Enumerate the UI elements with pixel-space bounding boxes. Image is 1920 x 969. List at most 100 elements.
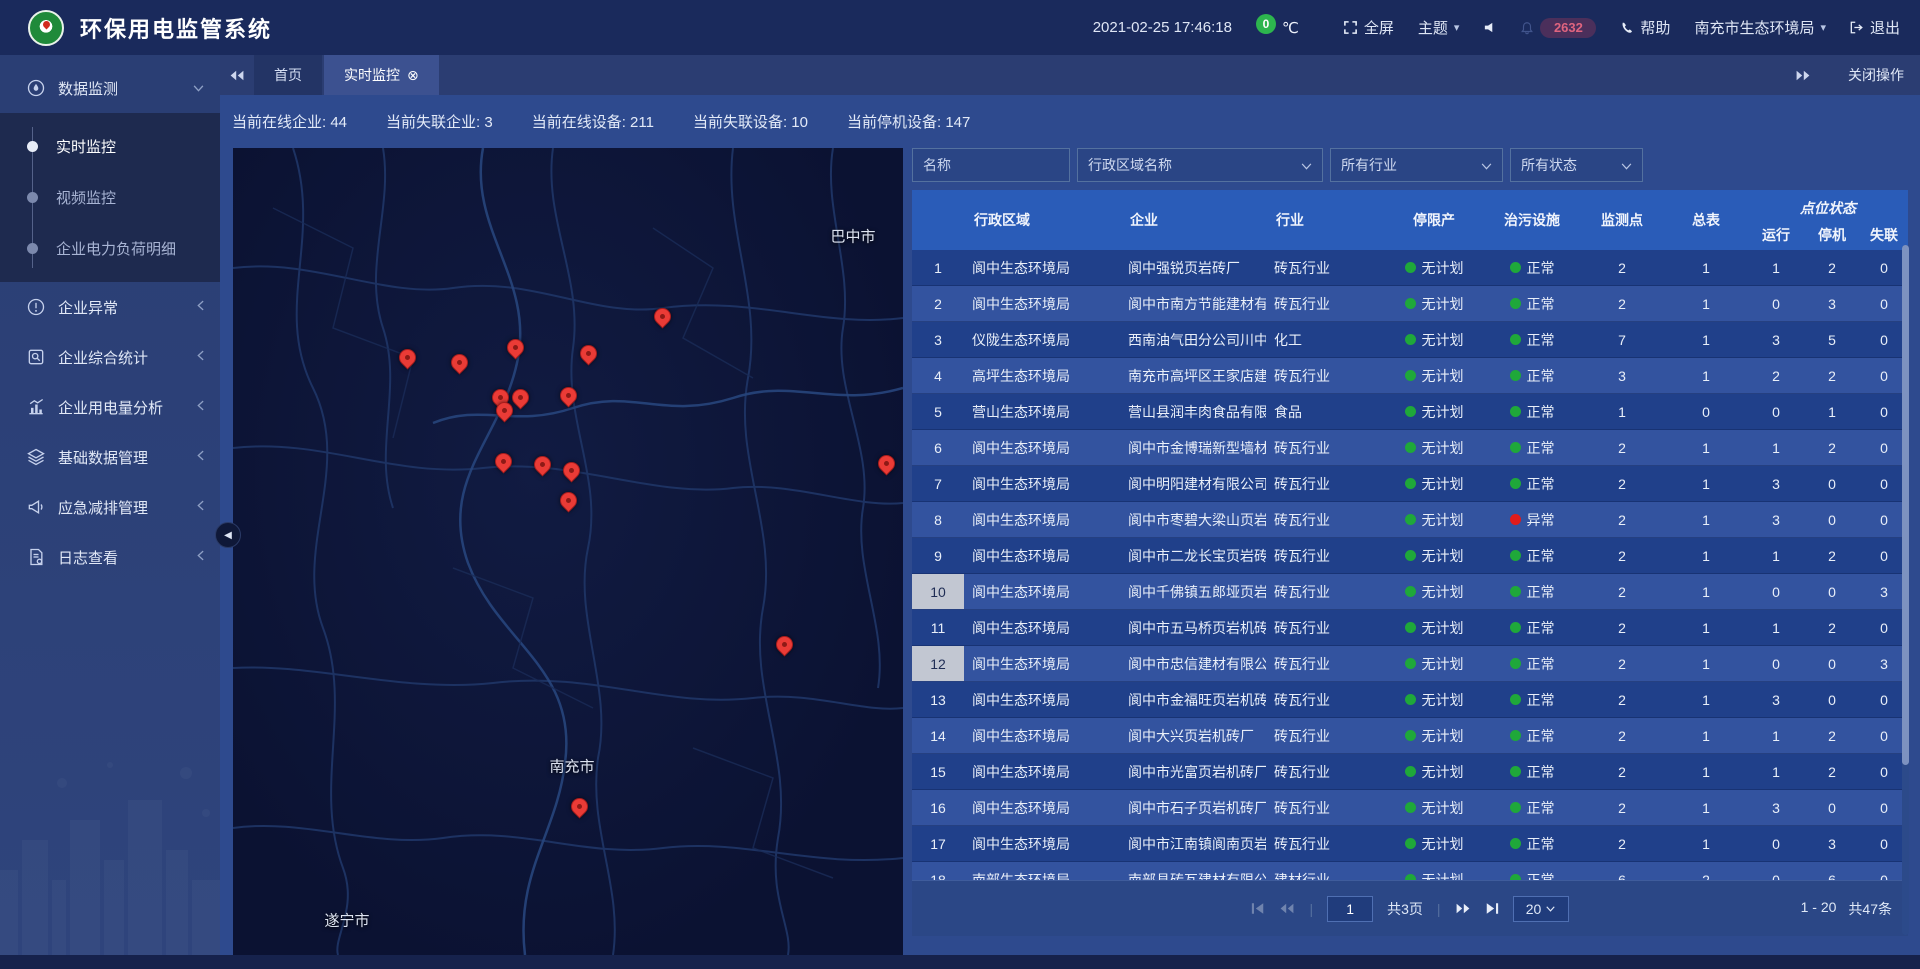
- sidebar-item-应急减排管理[interactable]: 应急减排管理: [0, 482, 220, 532]
- cell-company: 阆中明阳建材有限公司: [1120, 466, 1266, 501]
- cell-run-count: 3: [1748, 682, 1804, 717]
- cell-facility-status: 异常: [1484, 502, 1580, 537]
- logout-button[interactable]: 退出: [1850, 17, 1900, 38]
- status-dot-green: [1510, 838, 1521, 849]
- table-row[interactable]: 1阆中生态环境局阆中强锐页岩砖厂砖瓦行业无计划正常21120: [912, 250, 1908, 286]
- enterprise-panel: 行政区域名称 所有行业 所有状态: [912, 148, 1908, 955]
- cell-index: 8: [912, 502, 964, 537]
- map-view[interactable]: 巴中市南充市遂宁市: [233, 148, 903, 955]
- help-button[interactable]: 帮助: [1620, 17, 1670, 38]
- cell-monitor-count: 1: [1580, 394, 1664, 429]
- table-row[interactable]: 10阆中生态环境局阆中千佛镇五郎垭页岩砖瓦行业无计划正常21003: [912, 574, 1908, 610]
- panel-collapse-toggle[interactable]: ◀: [215, 522, 241, 548]
- name-search-input[interactable]: [912, 148, 1070, 182]
- table-row[interactable]: 15阆中生态环境局阆中市光富页岩机砖厂砖瓦行业无计划正常21120: [912, 754, 1908, 790]
- cell-monitor-count: 2: [1580, 286, 1664, 321]
- status-dot-green: [1405, 622, 1416, 633]
- sidebar-item-企业综合统计[interactable]: 企业综合统计: [0, 332, 220, 382]
- sidebar-item-日志查看[interactable]: 日志查看: [0, 532, 220, 582]
- cell-stop-count: 2: [1804, 538, 1860, 573]
- table-row[interactable]: 2阆中生态环境局阆中市南方节能建材有砖瓦行业无计划正常21030: [912, 286, 1908, 322]
- table-row[interactable]: 9阆中生态环境局阆中市二龙长宝页岩砖砖瓦行业无计划正常21120: [912, 538, 1908, 574]
- sidebar-submenu: 实时监控视频监控企业电力负荷明细: [0, 113, 220, 282]
- industry-select[interactable]: 所有行业: [1330, 148, 1503, 182]
- table-row[interactable]: 17阆中生态环境局阆中市江南镇阆南页岩砖瓦行业无计划正常21030: [912, 826, 1908, 862]
- cell-index: 3: [912, 322, 964, 357]
- logout-label: 退出: [1870, 17, 1900, 38]
- sidebar-item-企业用电量分析[interactable]: 企业用电量分析: [0, 382, 220, 432]
- tab-close-icon[interactable]: ⊗: [407, 67, 419, 84]
- sidebar-item-企业异常[interactable]: 企业异常: [0, 282, 220, 332]
- tabs-scroll-left-icon[interactable]: [220, 55, 254, 95]
- cell-meter-count: 1: [1664, 610, 1748, 645]
- region-select[interactable]: 行政区域名称: [1077, 148, 1323, 182]
- cell-run-count: 1: [1748, 538, 1804, 573]
- sidebar-item-数据监测[interactable]: 数据监测: [0, 63, 220, 113]
- tab-实时监控[interactable]: 实时监控⊗: [324, 55, 439, 95]
- city-skyline-decoration: [0, 745, 220, 955]
- cell-meter-count: 1: [1664, 466, 1748, 501]
- cell-run-count: 1: [1748, 430, 1804, 465]
- tab-bar: 首页 实时监控⊗ 关闭操作: [220, 55, 1920, 95]
- cell-run-count: 0: [1748, 862, 1804, 880]
- last-page-icon[interactable]: [1485, 902, 1499, 915]
- cell-stop-count: 0: [1804, 790, 1860, 825]
- cell-region: 阆中生态环境局: [964, 682, 1120, 717]
- filter-bar: 行政区域名称 所有行业 所有状态: [912, 148, 1908, 184]
- megaphone-icon: [26, 497, 46, 517]
- table-row[interactable]: 12阆中生态环境局阆中市忠信建材有限公砖瓦行业无计划正常21003: [912, 646, 1908, 682]
- sidebar-item-label: 企业综合统计: [58, 347, 148, 368]
- help-label: 帮助: [1640, 17, 1670, 38]
- cell-industry: 砖瓦行业: [1266, 790, 1384, 825]
- sidebar-subitem-视频监控[interactable]: 视频监控: [0, 172, 220, 223]
- chevron-down-icon: ▾: [1820, 21, 1826, 34]
- table-row[interactable]: 7阆中生态环境局阆中明阳建材有限公司砖瓦行业无计划正常21300: [912, 466, 1908, 502]
- sound-button[interactable]: [1483, 21, 1496, 34]
- table-row[interactable]: 18南部生态环境局南部县砖瓦建材有限公建材行业无计划正常62060: [912, 862, 1908, 880]
- cell-index: 4: [912, 358, 964, 393]
- table-row[interactable]: 16阆中生态环境局阆中市石子页岩机砖厂砖瓦行业无计划正常21300: [912, 790, 1908, 826]
- table-row[interactable]: 14阆中生态环境局阆中大兴页岩机砖厂砖瓦行业无计划正常21120: [912, 718, 1908, 754]
- temperature-unit: ℃: [1282, 19, 1299, 37]
- sidebar-subitem-实时监控[interactable]: 实时监控: [0, 121, 220, 172]
- table-row[interactable]: 4高坪生态环境局南充市高坪区王家店建砖瓦行业无计划正常31220: [912, 358, 1908, 394]
- table-row[interactable]: 5营山生态环境局营山县润丰肉食品有限食品无计划正常10010: [912, 394, 1908, 430]
- cell-index: 10: [912, 574, 964, 609]
- table-row[interactable]: 6阆中生态环境局阆中市金博瑞新型墙材砖瓦行业无计划正常21120: [912, 430, 1908, 466]
- table-row[interactable]: 13阆中生态环境局阆中市金福旺页岩机砖砖瓦行业无计划正常21300: [912, 682, 1908, 718]
- close-operations-button[interactable]: 关闭操作: [1848, 65, 1904, 85]
- page-number-input[interactable]: [1327, 896, 1373, 922]
- fullscreen-button[interactable]: 全屏: [1343, 17, 1394, 38]
- table-row[interactable]: 8阆中生态环境局阆中市枣碧大梁山页岩砖瓦行业无计划异常21300: [912, 502, 1908, 538]
- status-dot-green: [1510, 586, 1521, 597]
- fullscreen-icon: [1343, 20, 1358, 35]
- cell-lost-count: 0: [1860, 394, 1908, 429]
- chevron-down-icon: ▾: [1454, 21, 1460, 34]
- first-page-icon[interactable]: [1251, 902, 1265, 915]
- cell-region: 南部生态环境局: [964, 862, 1120, 880]
- tab-首页[interactable]: 首页: [254, 55, 322, 95]
- scrollbar-thumb[interactable]: [1902, 245, 1909, 765]
- table-row[interactable]: 11阆中生态环境局阆中市五马桥页岩机砖砖瓦行业无计划正常21120: [912, 610, 1908, 646]
- tabs-scroll-right-icon[interactable]: [1786, 69, 1820, 82]
- sidebar-item-基础数据管理[interactable]: 基础数据管理: [0, 432, 220, 482]
- theme-menu[interactable]: 主题 ▾: [1418, 17, 1460, 38]
- table-scrollbar[interactable]: [1902, 245, 1909, 935]
- cell-lost-count: 0: [1860, 286, 1908, 321]
- org-label: 南充市生态环境局: [1694, 17, 1814, 38]
- content-area: 巴中市南充市遂宁市 行政区域名称 所有行业 所: [220, 148, 1920, 969]
- next-page-icon[interactable]: [1455, 902, 1471, 915]
- status-select[interactable]: 所有状态: [1510, 148, 1643, 182]
- tab-label: 首页: [274, 65, 302, 85]
- cell-facility-status: 正常: [1484, 646, 1580, 681]
- cell-facility-status: 正常: [1484, 790, 1580, 825]
- org-menu[interactable]: 南充市生态环境局 ▾: [1694, 17, 1826, 38]
- cell-meter-count: 2: [1664, 862, 1748, 880]
- prev-page-icon[interactable]: [1279, 902, 1295, 915]
- cell-industry: 砖瓦行业: [1266, 574, 1384, 609]
- sidebar-subitem-企业电力负荷明细[interactable]: 企业电力负荷明细: [0, 223, 220, 274]
- sidebar-subitem-label: 视频监控: [56, 187, 116, 208]
- page-size-select[interactable]: 20: [1513, 896, 1569, 922]
- alarm-counter[interactable]: 2632: [1520, 18, 1596, 38]
- table-row[interactable]: 3仪陇生态环境局西南油气田分公司川中化工无计划正常71350: [912, 322, 1908, 358]
